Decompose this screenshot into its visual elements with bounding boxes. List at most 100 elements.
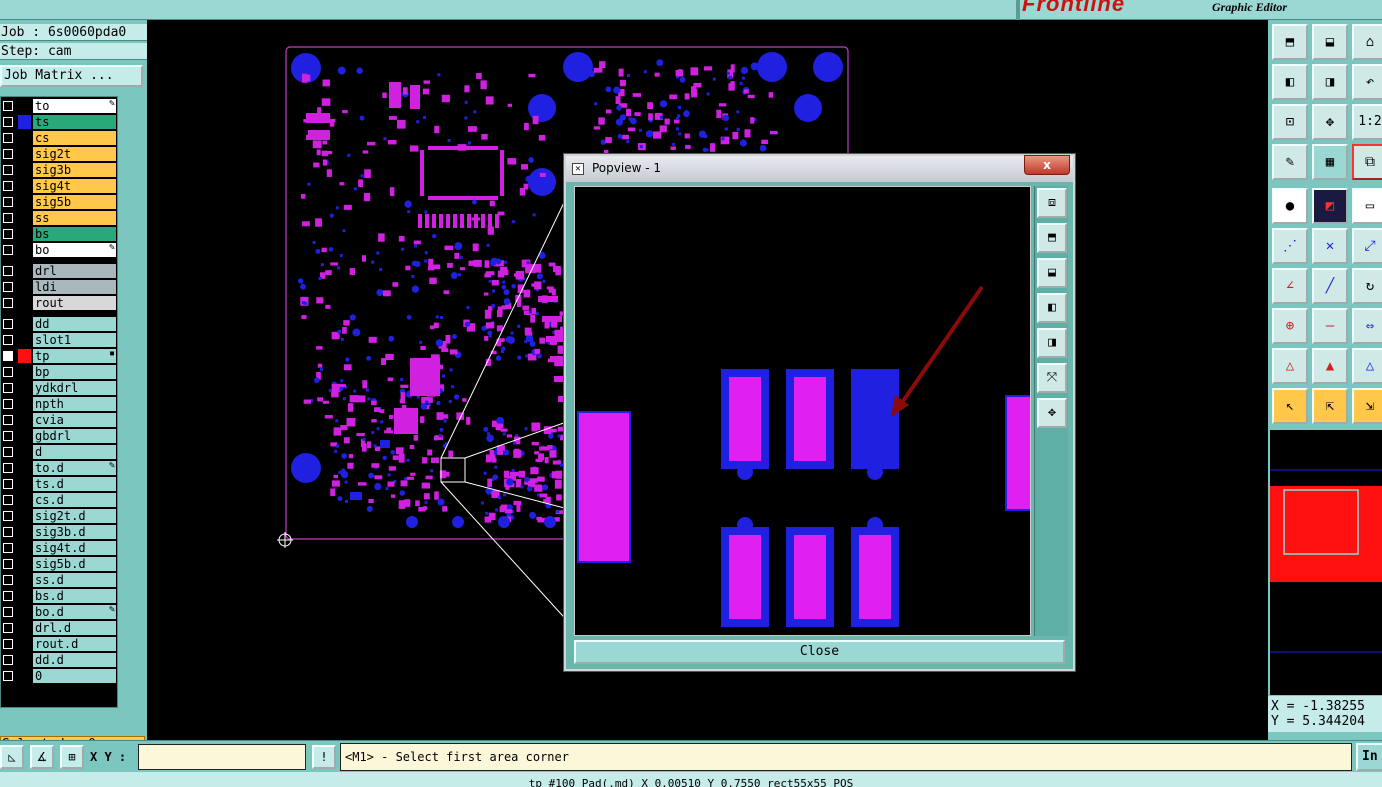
- snap-icon[interactable]: ⤢: [1352, 228, 1382, 264]
- layer-name[interactable]: to: [33, 99, 116, 113]
- layer-row[interactable]: cvia: [1, 412, 117, 428]
- layer-row[interactable]: ss: [1, 210, 117, 226]
- layer-checkbox[interactable]: [3, 415, 13, 425]
- layer-checkbox[interactable]: [3, 623, 13, 633]
- layer-name[interactable]: ss: [33, 211, 116, 225]
- layer-color-swatch[interactable]: [18, 99, 31, 113]
- layer-row[interactable]: drl: [1, 263, 117, 279]
- layer-checkbox[interactable]: [3, 399, 13, 409]
- layer-row[interactable]: rout: [1, 295, 117, 311]
- layer-color-swatch[interactable]: [18, 179, 31, 193]
- layer-row[interactable]: ydkdrl: [1, 380, 117, 396]
- layer-color-swatch[interactable]: [18, 264, 31, 278]
- pointer-box-icon[interactable]: ⇲: [1352, 388, 1382, 424]
- layer-name[interactable]: cs: [33, 131, 116, 145]
- layer-name[interactable]: ldi: [33, 280, 116, 294]
- layer-name[interactable]: to.d: [33, 461, 116, 475]
- pv-zoom-in-icon[interactable]: ✥: [1037, 398, 1067, 428]
- layer-name[interactable]: sig4t.d: [33, 541, 116, 555]
- layer-checkbox[interactable]: [3, 117, 13, 127]
- layer-checkbox[interactable]: [3, 575, 13, 585]
- layer-row[interactable]: ts: [1, 114, 117, 130]
- layer-color-swatch[interactable]: [18, 227, 31, 241]
- layer-row[interactable]: cs: [1, 130, 117, 146]
- grid-snap-icon[interactable]: ⊞: [60, 745, 84, 769]
- layer-color-swatch[interactable]: [18, 557, 31, 571]
- layer-color-swatch[interactable]: [18, 493, 31, 507]
- popview-canvas[interactable]: [574, 186, 1031, 636]
- layer-name[interactable]: bs: [33, 227, 116, 241]
- layer-name[interactable]: ss.d: [33, 573, 116, 587]
- layer-checkbox[interactable]: [3, 543, 13, 553]
- layer-row[interactable]: bo ✎: [1, 242, 117, 258]
- layer-checkbox[interactable]: [3, 133, 13, 143]
- pv-pan-right-icon[interactable]: ◨: [1037, 328, 1067, 358]
- layer-row[interactable]: ts.d: [1, 476, 117, 492]
- layer-color-swatch[interactable]: [18, 296, 31, 310]
- layer-name[interactable]: bo.d: [33, 605, 116, 619]
- zoom-home-icon[interactable]: ⬒: [1272, 24, 1308, 60]
- in-button[interactable]: In: [1356, 743, 1382, 771]
- layers-icon[interactable]: ⧉: [1352, 144, 1382, 180]
- layer-row[interactable]: sig3b.d: [1, 524, 117, 540]
- pv-pan-up-icon[interactable]: ⬒: [1037, 223, 1067, 253]
- layer-row[interactable]: bs: [1, 226, 117, 242]
- layer-color-swatch[interactable]: [18, 653, 31, 667]
- layer-checkbox[interactable]: [3, 479, 13, 489]
- layer-checkbox[interactable]: [3, 181, 13, 191]
- layer-row[interactable]: npth: [1, 396, 117, 412]
- connect-icon[interactable]: ⋰: [1272, 228, 1308, 264]
- layer-color-swatch[interactable]: [18, 477, 31, 491]
- layer-name[interactable]: sig2t: [33, 147, 116, 161]
- layer-row[interactable]: d: [1, 444, 117, 460]
- layer-checkbox[interactable]: [3, 591, 13, 601]
- pv-pan-down-icon[interactable]: ⬓: [1037, 258, 1067, 288]
- layer-checkbox[interactable]: [3, 367, 13, 377]
- layer-row[interactable]: sig5b: [1, 194, 117, 210]
- layer-name[interactable]: npth: [33, 397, 116, 411]
- layer-row[interactable]: sig5b.d: [1, 556, 117, 572]
- layer-row[interactable]: cs.d: [1, 492, 117, 508]
- layer-color-swatch[interactable]: [18, 115, 31, 129]
- layer-row[interactable]: bp: [1, 364, 117, 380]
- zoom-down-icon[interactable]: ⬓: [1312, 24, 1348, 60]
- layer-checkbox[interactable]: [3, 213, 13, 223]
- layer-name[interactable]: sig5b: [33, 195, 116, 209]
- diagonal-icon[interactable]: ╱: [1312, 268, 1348, 304]
- layer-checkbox[interactable]: [3, 447, 13, 457]
- layer-row[interactable]: bs.d: [1, 588, 117, 604]
- layer-color-swatch[interactable]: [18, 397, 31, 411]
- cross-icon[interactable]: ✕: [1312, 228, 1348, 264]
- layer-color-swatch[interactable]: [18, 349, 31, 363]
- scale-button[interactable]: 1:2: [1352, 104, 1382, 140]
- popview-close-button[interactable]: Close: [574, 640, 1065, 664]
- layer-row[interactable]: ldi: [1, 279, 117, 295]
- layer-color-swatch[interactable]: [18, 509, 31, 523]
- layer-row[interactable]: 0: [1, 668, 117, 684]
- layer-checkbox[interactable]: [3, 149, 13, 159]
- layer-name[interactable]: cs.d: [33, 493, 116, 507]
- layer-name[interactable]: bs.d: [33, 589, 116, 603]
- layer-color-swatch[interactable]: [18, 621, 31, 635]
- layer-row[interactable]: dd.d: [1, 652, 117, 668]
- layer-checkbox[interactable]: [3, 511, 13, 521]
- layer-row[interactable]: tp ▪: [1, 348, 117, 364]
- pv-zoom-box-icon[interactable]: ⧈: [1037, 188, 1067, 218]
- layer-name[interactable]: dd.d: [33, 653, 116, 667]
- pad-select-icon[interactable]: ●: [1272, 188, 1308, 224]
- move-icon[interactable]: ◩: [1312, 188, 1348, 224]
- job-matrix-button[interactable]: Job Matrix ...: [0, 65, 143, 87]
- line-draw-icon[interactable]: ∠: [1272, 268, 1308, 304]
- layer-checkbox[interactable]: [3, 495, 13, 505]
- layer-color-swatch[interactable]: [18, 333, 31, 347]
- layer-checkbox[interactable]: [3, 245, 13, 255]
- zoom-in-icon[interactable]: ✥: [1312, 104, 1348, 140]
- layer-row[interactable]: to ✎: [1, 98, 117, 114]
- layer-name[interactable]: ts.d: [33, 477, 116, 491]
- layer-color-swatch[interactable]: [18, 669, 31, 683]
- layer-checkbox[interactable]: [3, 319, 13, 329]
- layer-name[interactable]: rout: [33, 296, 116, 310]
- layer-color-swatch[interactable]: [18, 211, 31, 225]
- layer-color-swatch[interactable]: [18, 637, 31, 651]
- layer-name[interactable]: tp: [33, 349, 116, 363]
